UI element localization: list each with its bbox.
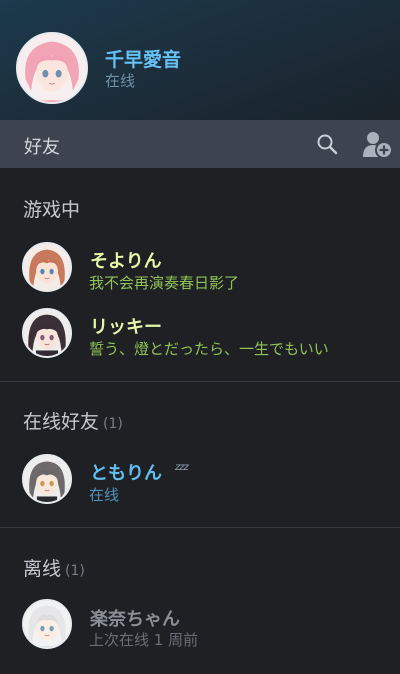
friend-avatar[interactable] bbox=[22, 242, 72, 292]
profile-status: 在线 bbox=[105, 72, 136, 90]
section-online-header: 在线好友 (1) bbox=[23, 407, 123, 434]
friend-status: 在线 bbox=[89, 486, 120, 504]
search-icon[interactable] bbox=[315, 132, 339, 156]
friend-name: ともりん bbox=[90, 463, 162, 484]
section-title: 游戏中 bbox=[23, 199, 81, 221]
profile-avatar[interactable] bbox=[16, 32, 88, 104]
profile-name: 千早愛音 bbox=[105, 49, 182, 71]
friends-title: 好友 bbox=[24, 137, 60, 158]
friends-bar: 好友 bbox=[0, 120, 400, 168]
friend-avatar[interactable] bbox=[22, 599, 72, 649]
friend-name: リッキー bbox=[90, 317, 162, 338]
section-count: (1) bbox=[103, 416, 123, 432]
divider bbox=[0, 527, 400, 528]
section-title: 在线好友 bbox=[23, 411, 100, 433]
friend-status: 誓う、燈とだったら、一生でもいい bbox=[89, 340, 329, 358]
friend-name: 楽奈ちゃん bbox=[90, 609, 180, 630]
friend-status: 上次在线 1 周前 bbox=[89, 631, 199, 649]
add-friend-icon[interactable] bbox=[362, 129, 394, 161]
section-count: (1) bbox=[65, 563, 85, 579]
friend-avatar[interactable] bbox=[22, 308, 72, 358]
friend-status: 我不会再演奏春日影了 bbox=[89, 274, 240, 292]
section-title: 离线 bbox=[23, 558, 62, 580]
profile-header[interactable]: 千早愛音 在线 bbox=[0, 0, 400, 120]
friend-name: そよりん bbox=[90, 251, 162, 272]
section-offline-header: 离线 (1) bbox=[23, 554, 85, 581]
friend-avatar[interactable] bbox=[22, 454, 72, 504]
snooze-icon: zzz bbox=[175, 462, 189, 473]
divider bbox=[0, 381, 400, 382]
section-in-game-header: 游戏中 bbox=[23, 195, 80, 222]
